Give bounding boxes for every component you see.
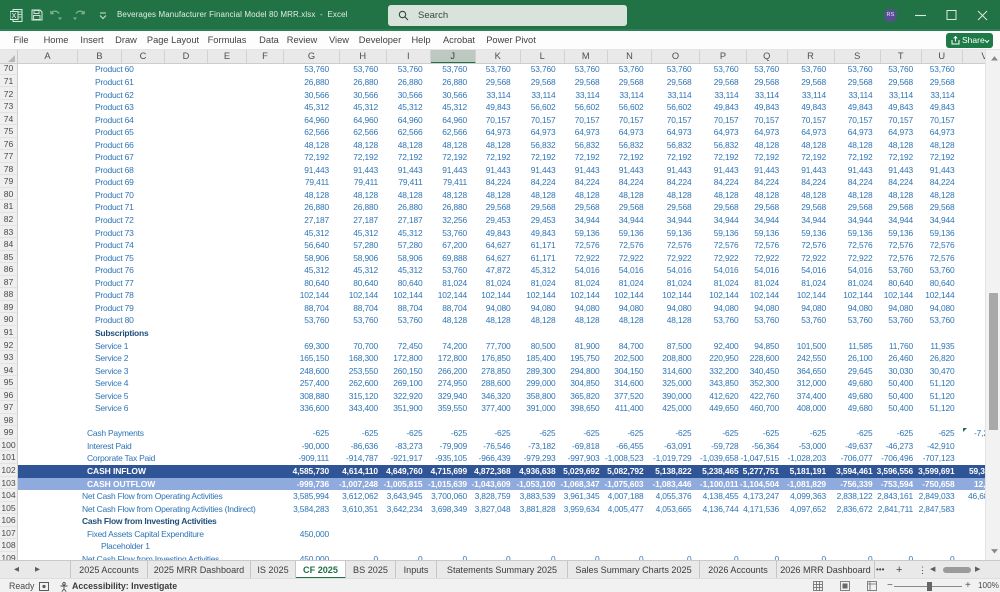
svg-text:X: X bbox=[12, 13, 17, 20]
